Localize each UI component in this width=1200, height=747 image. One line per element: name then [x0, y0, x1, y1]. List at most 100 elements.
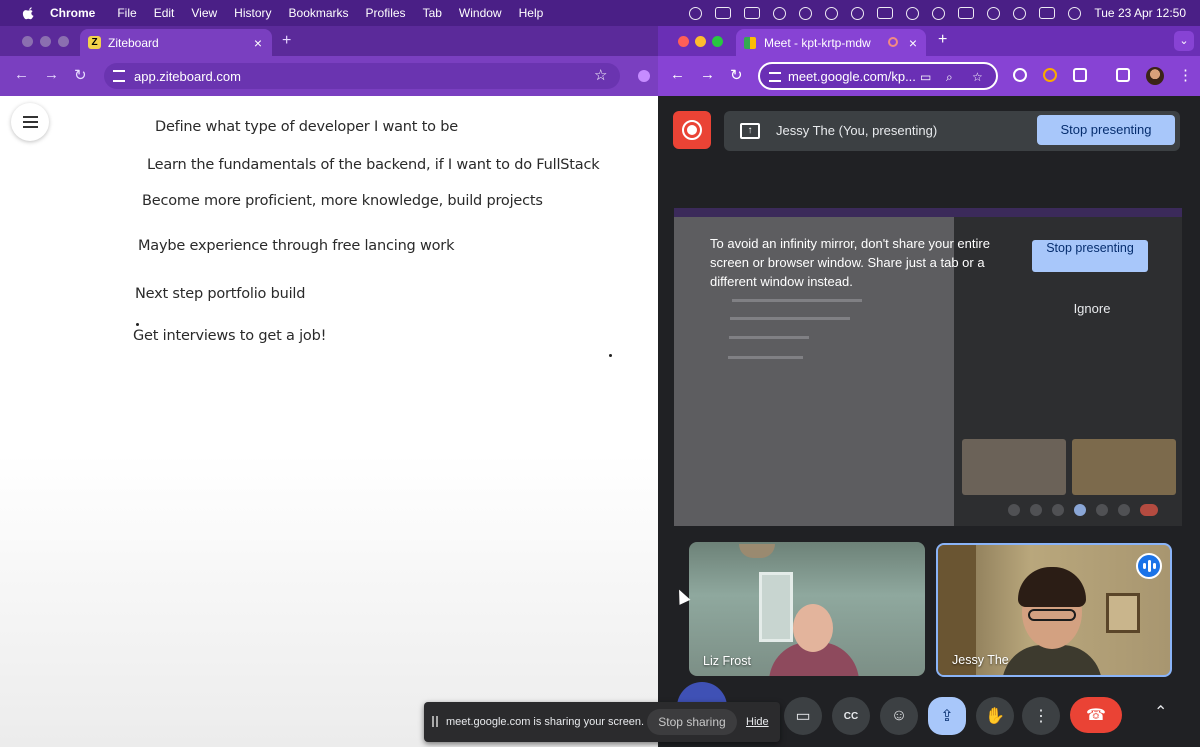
control-center-icon[interactable] — [1039, 7, 1056, 19]
puzzle-icon[interactable] — [1073, 68, 1087, 82]
presenter-label: Jessy The (You, presenting) — [776, 123, 938, 138]
menu-history[interactable]: History — [234, 6, 271, 20]
participant-tile-liz[interactable]: Liz Frost — [689, 542, 925, 676]
profile-avatar[interactable] — [1146, 67, 1164, 85]
apple-icon[interactable] — [22, 6, 36, 20]
reload-icon[interactable]: ↻ — [74, 66, 87, 84]
camera-icon[interactable]: ▭ — [920, 70, 931, 84]
more-vert-icon[interactable]: ⋮ — [1178, 66, 1193, 84]
zoom-window-button[interactable] — [712, 36, 723, 47]
screenshot-icon[interactable] — [877, 7, 894, 19]
meet-status-icon[interactable] — [689, 6, 703, 20]
close-window-button[interactable] — [22, 36, 33, 47]
stop-presenting-button[interactable]: Stop presenting — [1037, 115, 1175, 145]
note-4[interactable]: Maybe experience through free lancing wo… — [138, 238, 454, 254]
menu-file[interactable]: File — [117, 6, 136, 20]
chevron-up-icon[interactable]: ⌃ — [1154, 702, 1167, 722]
window-manager-icon[interactable] — [744, 7, 761, 19]
reload-icon[interactable]: ↻ — [730, 66, 743, 84]
record-button[interactable] — [673, 111, 711, 149]
extension-icon[interactable] — [638, 70, 650, 82]
note-2[interactable]: Learn the fundamentals of the backend, i… — [147, 157, 600, 173]
participant-hair — [1018, 567, 1086, 607]
extension-icon[interactable] — [1013, 68, 1027, 82]
side-panel-icon[interactable] — [1116, 68, 1130, 82]
site-info-icon[interactable] — [113, 70, 125, 82]
site-info-icon[interactable] — [769, 72, 781, 82]
whiteboard-canvas[interactable]: Define what type of developer I want to … — [0, 96, 658, 747]
bookmark-star-icon[interactable]: ☆ — [972, 70, 983, 84]
color-extension-icon[interactable] — [1043, 68, 1057, 82]
menu-profiles[interactable]: Profiles — [366, 6, 406, 20]
tab-search-chevron-icon[interactable]: ⌄ — [1174, 31, 1194, 51]
hamburger-menu-button[interactable] — [11, 103, 49, 141]
menu-view[interactable]: View — [191, 6, 217, 20]
hide-link[interactable]: Hide — [746, 716, 769, 728]
zoom-window-button[interactable] — [58, 36, 69, 47]
present-screen-icon: ↑ — [740, 123, 760, 139]
new-tab-plus-icon[interactable]: + — [938, 31, 947, 49]
menu-tab[interactable]: Tab — [423, 6, 442, 20]
closed-captions-icon: CC — [843, 710, 859, 722]
menu-line-icon — [22, 121, 38, 123]
battery-icon[interactable] — [958, 7, 975, 19]
ziteboard-favicon-icon: Z — [88, 36, 101, 49]
raise-hand-button[interactable]: ✋ — [976, 697, 1014, 735]
sync-icon[interactable] — [851, 6, 865, 20]
macos-menu-bar: Chrome File Edit View History Bookmarks … — [0, 0, 1200, 26]
note-1[interactable]: Define what type of developer I want to … — [155, 119, 458, 135]
menu-help[interactable]: Help — [519, 6, 544, 20]
captions-button[interactable]: CC — [832, 697, 870, 735]
ghost-icon[interactable] — [825, 6, 839, 20]
wifi-icon[interactable] — [987, 6, 1001, 20]
reactions-button[interactable]: ☺ — [880, 697, 918, 735]
vlc-icon[interactable] — [773, 6, 787, 20]
pause-grip-icon[interactable] — [432, 716, 438, 727]
ignore-button[interactable]: Ignore — [1042, 301, 1142, 316]
meet-browser-window: Meet - kpt-krtp-mdw × + ⌄ ← → ↻ meet.goo… — [658, 26, 1200, 747]
presentation-preview: To avoid an infinity mirror, don't share… — [674, 208, 1182, 526]
siri-icon[interactable] — [1068, 6, 1082, 20]
camera-button[interactable]: ▭ — [784, 697, 822, 735]
present-now-button[interactable]: ⇪ — [928, 697, 966, 735]
menu-window[interactable]: Window — [459, 6, 502, 20]
background-window — [759, 572, 793, 642]
back-arrow-icon[interactable]: ← — [14, 66, 29, 83]
rocket-icon[interactable] — [799, 6, 813, 20]
stop-sharing-button[interactable]: Stop sharing — [647, 709, 737, 735]
address-bar[interactable]: meet.google.com/kp... ▭ ⌕ ☆ — [758, 62, 998, 90]
participant-name: Jessy The — [952, 653, 1009, 667]
screen-share-status-icon[interactable] — [715, 7, 732, 19]
bookmark-star-icon[interactable]: ☆ — [594, 66, 607, 84]
more-options-button[interactable]: ⋮ — [1022, 697, 1060, 735]
close-icon[interactable]: × — [254, 35, 262, 51]
zoom-icon[interactable]: ⌕ — [946, 70, 953, 85]
airdrop-icon[interactable] — [932, 6, 946, 20]
minimize-window-button[interactable] — [695, 36, 706, 47]
forward-arrow-icon[interactable]: → — [700, 66, 715, 83]
note-6[interactable]: Get interviews to get a job! — [133, 328, 326, 344]
close-icon[interactable]: × — [909, 35, 917, 51]
participant-tile-jessy[interactable]: Jessy The — [936, 543, 1172, 677]
search-icon[interactable] — [1013, 6, 1027, 20]
address-bar[interactable]: app.ziteboard.com — [104, 63, 620, 89]
leave-call-button[interactable]: ☎ — [1070, 697, 1122, 733]
new-tab-plus-icon[interactable]: + — [282, 32, 291, 50]
note-3[interactable]: Become more proficient, more knowledge, … — [142, 193, 543, 209]
left-toolbar: ← → ↻ app.ziteboard.com ☆ — [0, 56, 658, 96]
forward-arrow-icon[interactable]: → — [44, 66, 59, 83]
tab-meet[interactable]: Meet - kpt-krtp-mdw × — [736, 29, 926, 56]
tab-ziteboard[interactable]: Z Ziteboard × — [80, 29, 272, 56]
menu-edit[interactable]: Edit — [154, 6, 175, 20]
screen-sharing-bar: meet.google.com is sharing your screen. … — [424, 702, 780, 742]
back-arrow-icon[interactable]: ← — [670, 66, 685, 83]
menu-clock[interactable]: Tue 23 Apr 12:50 — [1094, 6, 1186, 20]
ink-dot — [609, 354, 612, 357]
mirror-stop-presenting-button[interactable]: Stop presenting — [1032, 240, 1148, 272]
bluetooth-icon[interactable] — [906, 6, 920, 20]
minimize-window-button[interactable] — [40, 36, 51, 47]
note-5[interactable]: Next step portfolio build — [135, 286, 305, 302]
menu-bookmarks[interactable]: Bookmarks — [289, 6, 349, 20]
close-window-button[interactable] — [678, 36, 689, 47]
menu-app-name[interactable]: Chrome — [50, 6, 95, 20]
